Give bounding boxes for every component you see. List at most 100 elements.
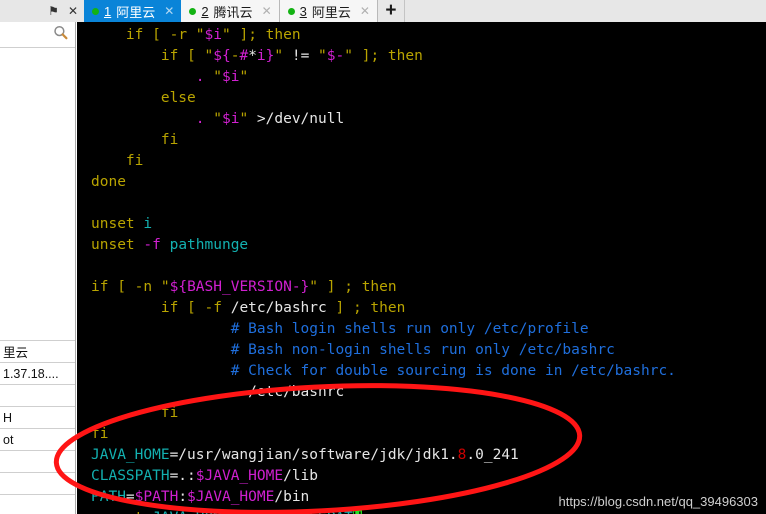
terminal-span: "	[274, 48, 284, 64]
terminal-span: unset	[91, 237, 135, 253]
terminal-line: CLASSPATH=.:$JAVA_HOME/lib	[77, 466, 766, 487]
terminal-span	[91, 363, 231, 379]
terminal-span: if	[125, 27, 144, 43]
tab-label: 阿里云	[311, 4, 351, 20]
sidebar-row[interactable]	[0, 451, 75, 473]
tab-number: 2	[201, 3, 209, 19]
terminal-span	[91, 153, 126, 169]
terminal-span: /etc/bashrc	[221, 300, 336, 316]
sidebar-search-row[interactable]	[0, 22, 75, 48]
terminal-span	[91, 48, 161, 64]
tab-label: 腾讯云	[213, 4, 253, 20]
terminal-span	[91, 90, 161, 106]
session-sidebar: 里云 1.37.18.... Hot	[0, 22, 76, 514]
terminal-span: [	[178, 300, 205, 316]
sidebar-row[interactable]	[0, 385, 75, 407]
terminal-line: . "$i"	[77, 67, 766, 88]
sidebar-row[interactable]: H	[0, 407, 75, 429]
terminal-span: pathmunge	[169, 237, 249, 253]
search-icon[interactable]	[53, 25, 68, 45]
terminal-span: # Bash login shells run only /etc/profil…	[230, 321, 589, 337]
terminal-span: "	[195, 27, 205, 43]
close-icon[interactable]: ✕	[68, 5, 78, 17]
terminal-span	[91, 321, 231, 337]
tab-close-icon[interactable]: ✕	[262, 4, 272, 18]
terminal-span: export	[91, 510, 143, 514]
terminal-span: >/dev/null	[248, 111, 345, 127]
connection-status-dot	[92, 7, 99, 15]
terminal-span: $PATH	[134, 489, 179, 505]
terminal-span: "	[239, 69, 249, 85]
terminal-span: "	[213, 111, 222, 127]
terminal-span: =	[125, 489, 135, 505]
tab-close-icon[interactable]: ✕	[164, 4, 174, 18]
terminal-span: /etc/bashrc	[239, 384, 345, 400]
terminal-span: -r	[169, 27, 188, 43]
tab-3[interactable]: 3 阿里云 ✕	[279, 0, 378, 22]
terminal-line: . "$i" >/dev/null	[77, 109, 766, 130]
terminal-span	[161, 237, 170, 253]
terminal-span: CLASSPATH	[91, 468, 170, 484]
terminal-span: else	[160, 90, 196, 106]
terminal-span: [	[178, 48, 205, 64]
terminal-span: # Bash non-login shells run only /etc/ba…	[230, 342, 615, 358]
terminal-line: fi	[77, 424, 766, 445]
terminal-span: -f	[204, 300, 222, 316]
terminal-span: done	[91, 174, 126, 190]
terminal-span	[91, 111, 196, 127]
terminal-span: fi	[125, 153, 144, 169]
terminal-span: unset	[91, 216, 135, 232]
terminal-span: [	[143, 27, 170, 43]
terminal-span	[91, 132, 161, 148]
sidebar-row[interactable]: ot	[0, 429, 75, 451]
sidebar-row[interactable]: 1.37.18....	[0, 363, 75, 385]
terminal-line: JAVA_HOME=/usr/wangjian/software/jdk/jdk…	[77, 445, 766, 466]
tab-bar: ⚑ ✕ 1 阿里云 ✕ 2 腾讯云 ✕ 3 阿里云 ✕ +	[0, 0, 766, 22]
sidebar-tree-area[interactable]	[0, 48, 75, 341]
new-tab-button[interactable]: +	[377, 0, 405, 22]
terminal-span: then	[361, 279, 397, 295]
terminal-span: "	[239, 111, 249, 127]
terminal-span: fi	[160, 405, 179, 421]
terminal-span: "	[160, 279, 170, 295]
terminal-span	[187, 27, 196, 43]
sidebar-row[interactable]: 里云	[0, 341, 75, 363]
tab-1[interactable]: 1 阿里云 ✕	[84, 0, 182, 22]
terminal-span: .0_241	[466, 447, 519, 463]
terminal-line: if [ "${-#*i}" != "$-" ]; then	[77, 46, 766, 67]
terminal-span	[91, 342, 231, 358]
tab-close-icon[interactable]: ✕	[360, 4, 370, 18]
terminal-line: # Check for double sourcing is done in /…	[77, 361, 766, 382]
terminal-span: ] ;	[335, 300, 371, 316]
terminal-cursor: H	[352, 510, 362, 514]
tab-strip: 1 阿里云 ✕ 2 腾讯云 ✕ 3 阿里云 ✕	[84, 0, 378, 22]
terminal-span: JAVA_HOME	[91, 447, 170, 463]
terminal-span: $JAVA_HOME	[195, 468, 284, 484]
terminal-span: then	[265, 27, 301, 43]
terminal-span: i	[143, 216, 153, 232]
terminal-span: ${BASH_VERSION-}	[169, 279, 310, 295]
terminal-span	[91, 384, 231, 400]
terminal-span: $JAVA_HOME	[187, 489, 275, 505]
tab-number: 3	[299, 3, 307, 19]
tab-label: 阿里云	[116, 4, 156, 20]
terminal-line: # Bash login shells run only /etc/profil…	[77, 319, 766, 340]
terminal-view[interactable]: if [ -r "$i" ]; then if [ "${-#*i}" != "…	[77, 22, 766, 514]
terminal-span: $-	[326, 48, 345, 64]
terminal-line: if [ -n "${BASH_VERSION-}" ] ; then	[77, 277, 766, 298]
terminal-span	[91, 300, 161, 316]
connection-status-dot	[287, 7, 295, 15]
terminal-span: "	[222, 27, 231, 43]
terminal-span: then	[387, 48, 423, 64]
terminal-span: ];	[230, 27, 266, 43]
tab-2[interactable]: 2 腾讯云 ✕	[181, 0, 280, 22]
terminal-span: -n	[134, 279, 153, 295]
terminal-span: fi	[91, 426, 109, 442]
terminal-span	[205, 111, 214, 127]
pin-icon[interactable]: ⚑	[48, 5, 59, 17]
terminal-span: "	[344, 48, 353, 64]
terminal-line: fi	[77, 151, 766, 172]
terminal-span: #	[239, 48, 249, 64]
sidebar-row[interactable]	[0, 473, 75, 495]
